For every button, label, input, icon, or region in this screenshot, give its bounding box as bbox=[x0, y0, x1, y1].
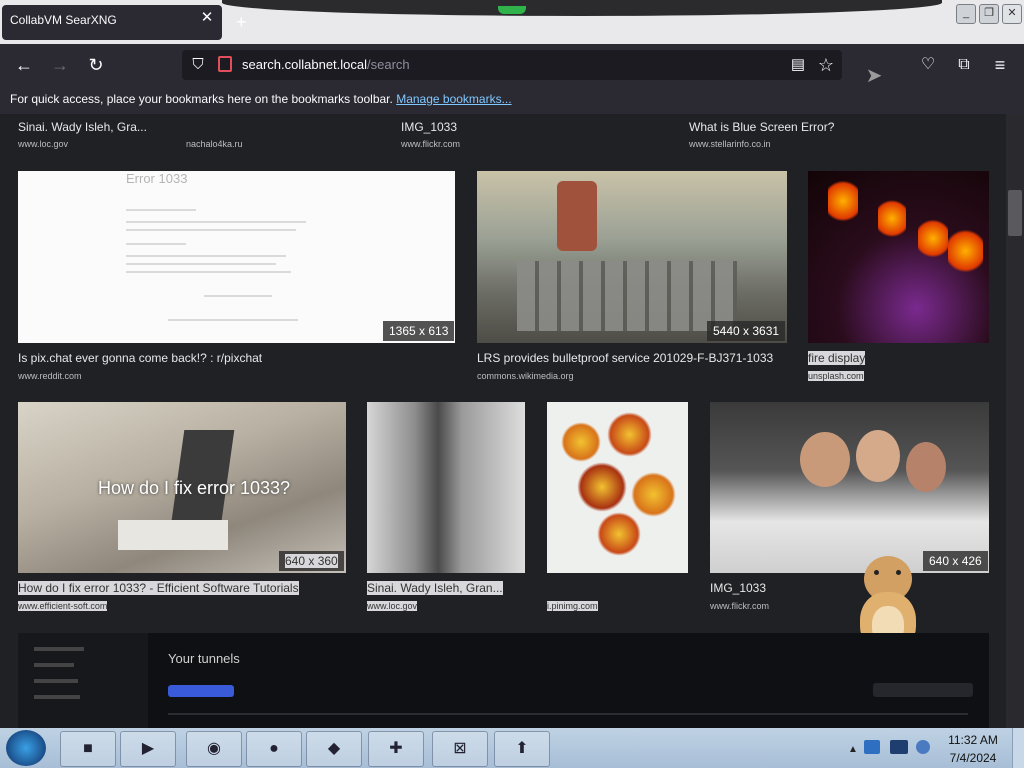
result-source[interactable]: unsplash.com bbox=[808, 371, 864, 381]
result-source[interactable]: www.stellarinfo.co.in bbox=[689, 139, 771, 149]
result-image-laptop[interactable]: How do I fix error 1033? bbox=[18, 402, 346, 573]
show-desktop-button[interactable] bbox=[1012, 728, 1024, 768]
scrollbar-thumb[interactable] bbox=[1008, 190, 1022, 236]
result-caption[interactable]: IMG_1033 bbox=[401, 120, 601, 134]
result-source-text: www.loc.gov bbox=[367, 601, 418, 611]
network-icon[interactable] bbox=[890, 740, 908, 754]
result-source[interactable]: www.loc.gov bbox=[367, 601, 418, 611]
start-button-icon[interactable] bbox=[6, 730, 46, 766]
frame-indicator-icon bbox=[498, 6, 526, 14]
result-caption-text: How do I fix error 1033? - Efficient Sof… bbox=[18, 581, 299, 595]
new-tab-icon[interactable]: + bbox=[236, 12, 247, 33]
result-source[interactable]: www.flickr.com bbox=[710, 601, 769, 611]
image-embedded-text: Error 1033 bbox=[126, 171, 188, 186]
result-image-fire-display[interactable] bbox=[808, 171, 989, 343]
xp-mode-icon[interactable]: ⊠ bbox=[432, 731, 488, 767]
pocket-icon[interactable]: ♡ bbox=[916, 53, 940, 77]
taskbar-app-icon[interactable]: ■ bbox=[60, 731, 116, 767]
extensions-icon[interactable]: ⧉ bbox=[952, 53, 976, 77]
result-source[interactable]: www.loc.gov bbox=[18, 139, 68, 149]
resolution-badge: 1365 x 613 bbox=[383, 321, 455, 341]
resolution-badge: 640 x 426 bbox=[923, 551, 988, 571]
manage-bookmarks-link[interactable]: Manage bookmarks... bbox=[396, 92, 511, 106]
result-caption[interactable]: fire display bbox=[808, 351, 866, 365]
bookmarks-hint: For quick access, place your bookmarks h… bbox=[10, 92, 512, 106]
back-icon[interactable]: ← bbox=[12, 53, 36, 77]
maximize-icon[interactable]: ❐ bbox=[979, 4, 999, 24]
url-domain: search.collabnet.local bbox=[242, 57, 368, 72]
image-embedded-text: Your tunnels bbox=[168, 651, 240, 666]
tab-title: CollabVM SearXNG bbox=[10, 13, 117, 27]
reader-view-icon[interactable]: ▤ bbox=[786, 53, 810, 77]
media-player-icon[interactable]: ▶ bbox=[120, 731, 176, 767]
result-source[interactable]: nachalo4ka.ru bbox=[186, 139, 243, 149]
result-caption[interactable]: How do I fix error 1033? - Efficient Sof… bbox=[18, 581, 348, 595]
resolution-text: 640 x 360 bbox=[285, 554, 338, 568]
resolution-badge: 5440 x 3631 bbox=[707, 321, 786, 341]
result-source-text: www.efficient-soft.com bbox=[18, 601, 108, 611]
result-caption[interactable]: LRS provides bulletproof service 201029-… bbox=[477, 351, 797, 365]
taskbar-globe-icon[interactable]: ◉ bbox=[186, 731, 242, 767]
volume-icon[interactable] bbox=[916, 740, 930, 754]
url-path: /search bbox=[367, 57, 410, 72]
result-image-img-1033-people[interactable] bbox=[710, 402, 989, 573]
close-window-icon[interactable]: ✕ bbox=[1002, 4, 1022, 24]
result-image-flower-pattern[interactable] bbox=[547, 402, 688, 573]
tray-app-icon[interactable] bbox=[864, 740, 880, 754]
bookmarks-hint-text: For quick access, place your bookmarks h… bbox=[10, 92, 393, 106]
shield-icon[interactable]: ⛉ bbox=[186, 53, 210, 77]
result-caption-text: fire display bbox=[808, 351, 866, 365]
mouse-cursor-icon: ➤ bbox=[865, 65, 883, 87]
result-source[interactable]: www.efficient-soft.com bbox=[18, 601, 108, 611]
virtualbox-icon[interactable]: ◆ bbox=[306, 731, 362, 767]
result-caption-text: Sinai. Wady Isleh, Gran... bbox=[367, 581, 503, 595]
resolution-badge: 640 x 360 bbox=[279, 551, 344, 571]
menu-icon[interactable]: ≡ bbox=[988, 53, 1012, 77]
update-app-icon[interactable]: ⬆ bbox=[494, 731, 550, 767]
minimize-icon[interactable]: _ bbox=[956, 4, 976, 24]
result-caption[interactable]: Sinai. Wady Isleh, Gra... bbox=[18, 120, 218, 134]
tab-close-icon[interactable]: ✕ bbox=[198, 9, 216, 27]
result-source-text: i.pinimg.com bbox=[547, 601, 598, 611]
clock-time[interactable]: 11:32 AM bbox=[940, 733, 1006, 747]
result-caption[interactable]: Sinai. Wady Isleh, Gran... bbox=[367, 581, 525, 595]
result-source[interactable]: i.pinimg.com bbox=[547, 601, 598, 611]
url-text[interactable]: search.collabnet.local/search bbox=[242, 57, 410, 72]
result-caption[interactable]: What is Blue Screen Error? bbox=[689, 120, 949, 134]
result-source[interactable]: www.reddit.com bbox=[18, 371, 82, 381]
reload-icon[interactable]: ↻ bbox=[84, 53, 108, 77]
result-image-warehouse[interactable] bbox=[477, 171, 787, 343]
bookmark-star-icon[interactable]: ☆ bbox=[814, 53, 838, 77]
result-image-tunnels-dashboard[interactable]: Your tunnels bbox=[18, 633, 989, 728]
forward-icon[interactable]: → bbox=[48, 53, 72, 77]
result-image-sinai-wady[interactable] bbox=[367, 402, 525, 573]
clock-date[interactable]: 7/4/2024 bbox=[940, 751, 1006, 765]
firefox-icon[interactable]: ● bbox=[246, 731, 302, 767]
result-source-text: unsplash.com bbox=[808, 371, 864, 381]
result-caption[interactable]: IMG_1033 bbox=[710, 581, 850, 595]
tray-expand-icon[interactable]: ▲ bbox=[848, 744, 858, 755]
result-image-error-page[interactable]: Error 1033 bbox=[18, 171, 455, 343]
result-caption[interactable]: Is pix.chat ever gonna come back!? : r/p… bbox=[18, 351, 455, 365]
result-source[interactable]: www.flickr.com bbox=[401, 139, 460, 149]
lock-insecure-icon[interactable] bbox=[218, 56, 232, 72]
network-app-icon[interactable]: ✚ bbox=[368, 731, 424, 767]
image-embedded-text: How do I fix error 1033? bbox=[97, 478, 291, 498]
result-source[interactable]: commons.wikimedia.org bbox=[477, 371, 574, 381]
